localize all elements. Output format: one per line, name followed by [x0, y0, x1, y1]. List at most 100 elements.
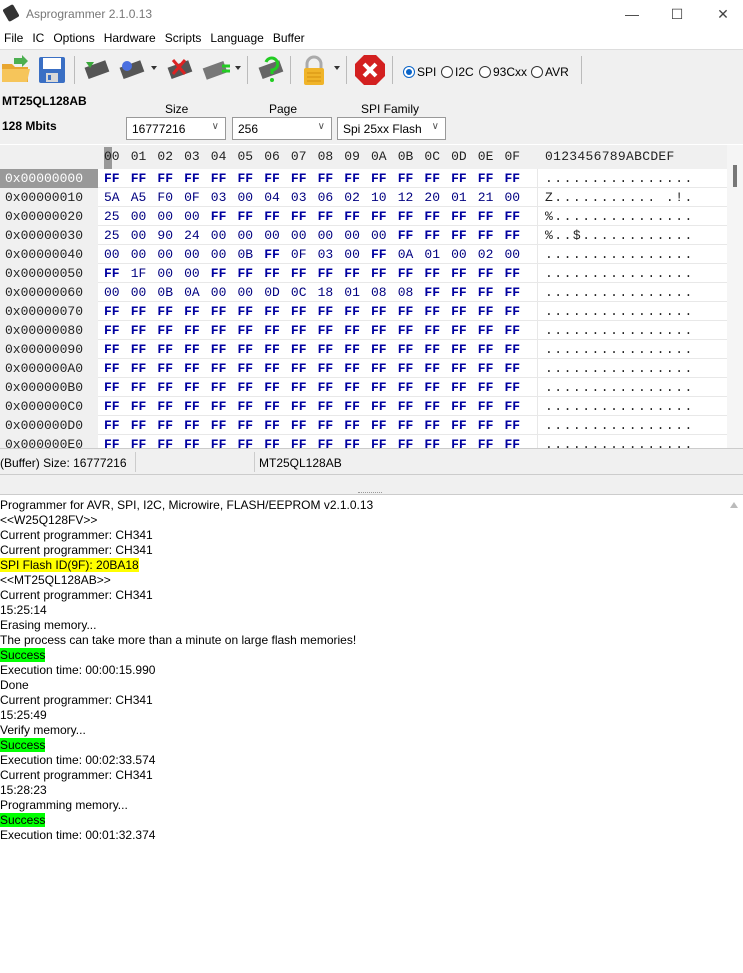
hex-byte[interactable]: 00 — [238, 228, 254, 243]
hex-row[interactable]: 0x00000030 25 00 90 24 00 00 00 00 00 00 00 FF FF FF FF… — [0, 226, 727, 245]
hex-byte[interactable]: FF — [264, 380, 280, 395]
hex-byte[interactable]: 00 — [184, 209, 200, 224]
hex-row[interactable]: 0x000000B0 FF FF FF FF FF FF FF FF FF FF FF FF FF FF FF… — [0, 378, 727, 397]
hex-byte[interactable]: FF — [505, 437, 521, 448]
hex-byte[interactable]: FF — [104, 380, 120, 395]
hex-byte[interactable]: 02 — [344, 190, 360, 205]
hex-byte[interactable]: FF — [398, 209, 414, 224]
hex-byte[interactable]: FF — [291, 171, 307, 186]
hex-byte[interactable]: 01 — [424, 247, 440, 262]
hex-byte[interactable]: FF — [131, 323, 147, 338]
hex-byte[interactable]: FF — [318, 266, 334, 281]
hex-byte[interactable]: FF — [104, 418, 120, 433]
hex-byte[interactable]: 21 — [478, 190, 494, 205]
hex-byte[interactable]: FF — [344, 380, 360, 395]
hex-byte[interactable]: FF — [291, 266, 307, 281]
hex-byte[interactable]: FF — [264, 399, 280, 414]
hex-byte[interactable]: FF — [291, 380, 307, 395]
hex-byte[interactable]: FF — [451, 399, 467, 414]
hex-byte[interactable]: FF — [371, 266, 387, 281]
hex-byte[interactable]: FF — [398, 304, 414, 319]
hex-byte[interactable]: FF — [211, 209, 227, 224]
hex-byte[interactable]: FF — [451, 285, 467, 300]
splitter-handle[interactable] — [0, 475, 743, 495]
hex-byte[interactable]: FF — [424, 228, 440, 243]
hex-byte[interactable]: FF — [344, 304, 360, 319]
hex-byte[interactable]: 10 — [371, 190, 387, 205]
hex-byte[interactable]: FF — [371, 399, 387, 414]
hex-byte[interactable]: 08 — [371, 285, 387, 300]
hex-scroll-thumb[interactable] — [733, 165, 737, 187]
hex-byte[interactable]: FF — [211, 304, 227, 319]
lock-dropdown-icon[interactable] — [334, 66, 340, 70]
radio-spi[interactable]: SPI — [403, 65, 436, 79]
hex-byte[interactable]: FF — [318, 380, 334, 395]
hex-byte[interactable]: 03 — [211, 190, 227, 205]
hex-byte[interactable]: FF — [291, 418, 307, 433]
hex-byte[interactable]: FF — [157, 437, 173, 448]
hex-byte[interactable]: FF — [424, 304, 440, 319]
hex-byte[interactable]: FF — [424, 323, 440, 338]
hex-byte[interactable]: FF — [104, 399, 120, 414]
hex-ascii[interactable]: ................ — [545, 323, 694, 338]
hex-byte[interactable]: FF — [398, 266, 414, 281]
hex-byte[interactable]: FF — [104, 304, 120, 319]
hex-byte[interactable]: FF — [505, 266, 521, 281]
hex-byte[interactable]: FF — [344, 266, 360, 281]
hex-byte[interactable]: 0A — [184, 285, 200, 300]
hex-byte[interactable]: FF — [398, 380, 414, 395]
hex-byte[interactable]: FF — [344, 361, 360, 376]
hex-byte[interactable]: FF — [344, 399, 360, 414]
hex-byte[interactable]: FF — [398, 418, 414, 433]
hex-ascii[interactable]: ................ — [545, 437, 694, 448]
hex-byte[interactable]: FF — [264, 437, 280, 448]
hex-ascii[interactable]: ................ — [545, 399, 694, 414]
hex-byte[interactable]: 00 — [371, 228, 387, 243]
hex-byte[interactable]: FF — [318, 399, 334, 414]
menu-hardware[interactable]: Hardware — [100, 29, 161, 49]
hex-ascii[interactable]: %............... — [545, 209, 694, 224]
hex-ascii[interactable]: Z........... .!. — [545, 190, 694, 205]
hex-byte[interactable]: FF — [505, 418, 521, 433]
hex-byte[interactable]: FF — [478, 209, 494, 224]
hex-byte[interactable]: 0F — [291, 247, 307, 262]
hex-byte[interactable]: FF — [344, 437, 360, 448]
hex-byte[interactable]: FF — [424, 171, 440, 186]
hex-byte[interactable]: FF — [505, 171, 521, 186]
hex-byte[interactable]: FF — [264, 418, 280, 433]
hex-byte[interactable]: FF — [451, 266, 467, 281]
hex-byte[interactable]: FF — [451, 418, 467, 433]
hex-byte[interactable]: FF — [184, 342, 200, 357]
hex-byte[interactable]: FF — [344, 323, 360, 338]
hex-ascii[interactable]: ................ — [545, 304, 694, 319]
hex-byte[interactable]: A5 — [131, 190, 147, 205]
hex-ascii[interactable]: ................ — [545, 380, 694, 395]
radio-avr-circle[interactable] — [531, 66, 543, 78]
hex-byte[interactable]: FF — [131, 437, 147, 448]
hex-byte[interactable]: FF — [264, 209, 280, 224]
hex-byte[interactable]: FF — [371, 247, 387, 262]
hex-ascii[interactable]: ................ — [545, 171, 694, 186]
hex-byte[interactable]: 00 — [211, 228, 227, 243]
hex-row[interactable]: 0x00000040 00 00 00 00 00 0B FF 0F 03 00 FF 0A 01 00 02… — [0, 245, 727, 264]
hex-byte[interactable]: FF — [211, 266, 227, 281]
hex-byte[interactable]: FF — [371, 342, 387, 357]
hex-byte[interactable]: FF — [344, 209, 360, 224]
hex-scrollbar[interactable] — [727, 145, 743, 448]
hex-byte[interactable]: FF — [184, 304, 200, 319]
hex-byte[interactable]: FF — [478, 266, 494, 281]
hex-byte[interactable]: FF — [398, 342, 414, 357]
hex-byte[interactable]: FF — [505, 323, 521, 338]
hex-byte[interactable]: 00 — [451, 247, 467, 262]
hex-byte[interactable]: FF — [104, 266, 120, 281]
hex-byte[interactable]: FF — [238, 418, 254, 433]
hex-byte[interactable]: FF — [238, 209, 254, 224]
hex-byte[interactable]: FF — [157, 304, 173, 319]
hex-byte[interactable]: FF — [318, 418, 334, 433]
hex-byte[interactable]: 0B — [238, 247, 254, 262]
hex-byte[interactable]: FF — [424, 361, 440, 376]
hex-byte[interactable]: 1F — [131, 266, 147, 281]
hex-byte[interactable]: FF — [238, 323, 254, 338]
hex-byte[interactable]: 00 — [184, 247, 200, 262]
hex-byte[interactable]: FF — [238, 171, 254, 186]
